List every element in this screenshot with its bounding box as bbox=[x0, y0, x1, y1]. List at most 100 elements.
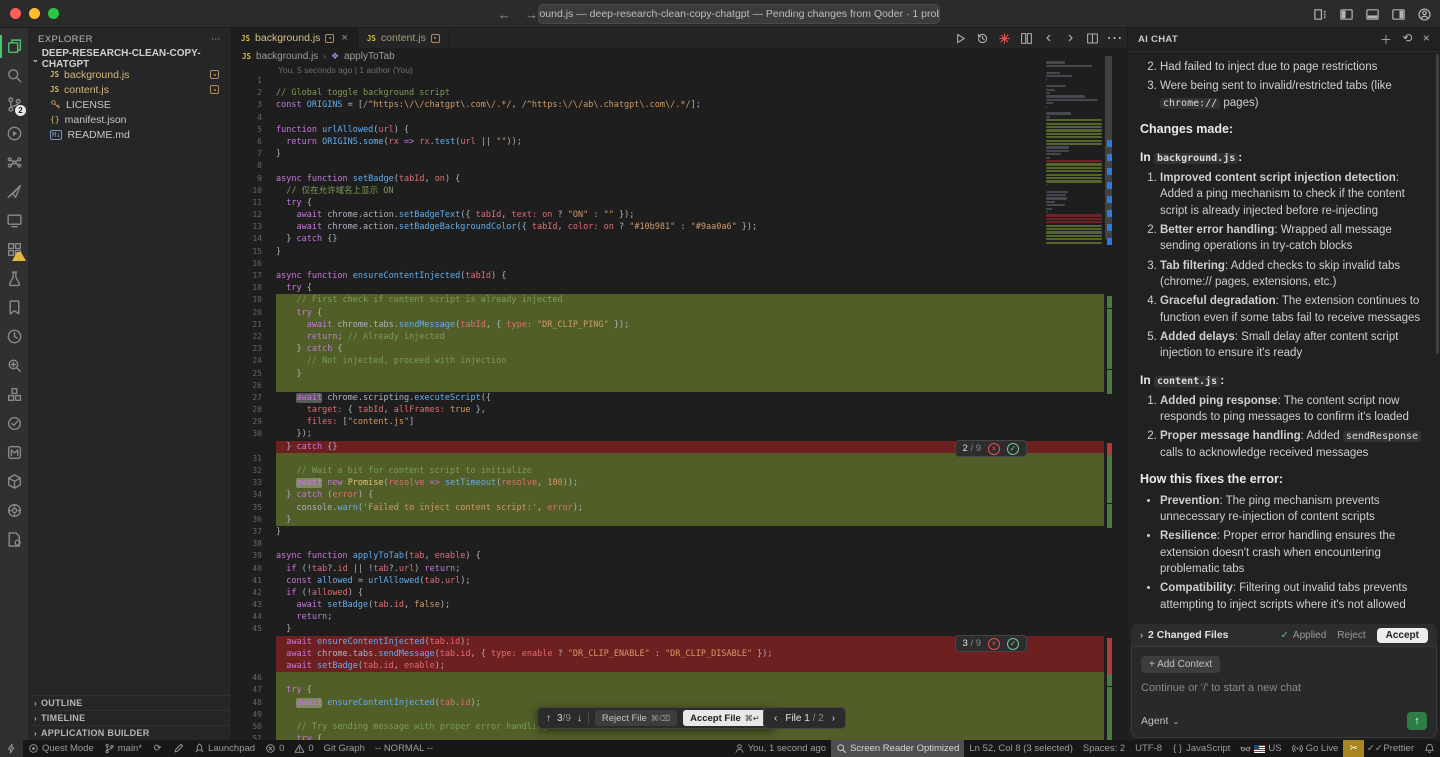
file-item-manifest.json[interactable]: {}manifest.json bbox=[28, 112, 231, 127]
line-number[interactable]: 29 bbox=[232, 416, 276, 428]
code-line[interactable]: 7} bbox=[232, 148, 1127, 160]
activity-item-search-gear[interactable] bbox=[0, 351, 28, 380]
line-number[interactable]: 41 bbox=[232, 575, 276, 587]
line-number[interactable]: 8 bbox=[232, 160, 276, 172]
nav-forward-icon[interactable]: → bbox=[525, 7, 538, 22]
next-file-icon[interactable]: › bbox=[832, 713, 835, 724]
activity-item-timeline-clock[interactable] bbox=[0, 322, 28, 351]
status-launchpad[interactable]: Launchpad bbox=[189, 740, 260, 757]
activity-item-verified[interactable] bbox=[0, 409, 28, 438]
split-editor-icon[interactable] bbox=[1086, 32, 1099, 45]
line-number[interactable]: 13 bbox=[232, 221, 276, 233]
close-window-button[interactable] bbox=[10, 8, 21, 19]
code-line[interactable]: 10 // 仅在允许域名上显示 ON bbox=[232, 185, 1127, 197]
send-button[interactable]: ↑ bbox=[1407, 712, 1427, 730]
code-line[interactable]: 17async function ensureContentInjected(t… bbox=[232, 270, 1127, 282]
code-line[interactable]: 37} bbox=[232, 526, 1127, 538]
line-number[interactable]: 42 bbox=[232, 587, 276, 599]
line-number[interactable]: 37 bbox=[232, 526, 276, 538]
accept-all-button[interactable]: Accept bbox=[1377, 628, 1428, 643]
activity-item-source-control[interactable]: 2 bbox=[0, 90, 28, 119]
code-line[interactable]: 24 // Not injected, proceed with injecti… bbox=[232, 355, 1127, 367]
code-line[interactable]: 22 return; // Already injected bbox=[232, 331, 1127, 343]
toggle-panel-icon[interactable] bbox=[1365, 7, 1380, 22]
code-line[interactable]: 18 try { bbox=[232, 282, 1127, 294]
line-number[interactable] bbox=[232, 648, 276, 660]
code-line[interactable]: 1 bbox=[232, 75, 1127, 87]
code-line[interactable]: 26 bbox=[232, 380, 1127, 392]
code-line[interactable]: 11 try { bbox=[232, 197, 1127, 209]
activity-item-extensions-warning[interactable] bbox=[0, 235, 28, 264]
code-line[interactable]: 47 try { bbox=[232, 684, 1127, 696]
code-line[interactable]: 32 // Wait a bit for content script to i… bbox=[232, 465, 1127, 477]
code-line[interactable]: 27 await chrome.scripting.executeScript(… bbox=[232, 392, 1127, 404]
line-number[interactable]: 33 bbox=[232, 477, 276, 489]
line-number[interactable]: 34 bbox=[232, 489, 276, 501]
file-item-LICENSE[interactable]: LICENSE bbox=[28, 97, 231, 112]
line-number[interactable]: 51 bbox=[232, 733, 276, 740]
code-line[interactable]: 9async function setBadge(tabId, on) { bbox=[232, 173, 1127, 185]
tab-background.js[interactable]: JSbackground.js× bbox=[232, 28, 358, 48]
file-item-README.md[interactable]: M↓README.md bbox=[28, 127, 231, 142]
activity-item-run-debug[interactable] bbox=[0, 119, 28, 148]
code-line[interactable]: 3const ORIGINS = [/^https:\/\/chatgpt\.c… bbox=[232, 99, 1127, 111]
nav-forward-icon[interactable]: › bbox=[1064, 32, 1077, 45]
activity-item-package[interactable] bbox=[0, 467, 28, 496]
line-number[interactable]: 32 bbox=[232, 465, 276, 477]
line-number[interactable]: 9 bbox=[232, 173, 276, 185]
activity-item-globe-gear[interactable] bbox=[0, 496, 28, 525]
line-number[interactable]: 24 bbox=[232, 355, 276, 367]
line-number[interactable]: 35 bbox=[232, 502, 276, 514]
code-line[interactable]: 4 bbox=[232, 112, 1127, 124]
status-warnings[interactable]: 0 bbox=[289, 740, 318, 757]
status-remote[interactable] bbox=[0, 740, 23, 757]
code-line[interactable]: 30 }); bbox=[232, 428, 1127, 440]
status-blame-status[interactable]: You, 1 second ago bbox=[729, 740, 831, 757]
line-number[interactable]: 17 bbox=[232, 270, 276, 282]
pending-change-icon[interactable] bbox=[431, 34, 440, 43]
run-file-icon[interactable] bbox=[954, 32, 967, 45]
activity-item-send-rocket[interactable] bbox=[0, 177, 28, 206]
code-line[interactable]: 45 } bbox=[232, 623, 1127, 635]
open-changes-icon[interactable] bbox=[1020, 32, 1033, 45]
file-item-background.js[interactable]: JSbackground.js bbox=[28, 67, 231, 82]
status-git-graph[interactable]: Git Graph bbox=[319, 740, 370, 757]
line-number[interactable]: 25 bbox=[232, 368, 276, 380]
prev-file-icon[interactable]: ‹ bbox=[774, 713, 777, 724]
line-number[interactable]: 1 bbox=[232, 75, 276, 87]
code-line[interactable]: 36 } bbox=[232, 514, 1127, 526]
code-line[interactable]: 41 const allowed = urlAllowed(tab.url); bbox=[232, 575, 1127, 587]
line-number[interactable] bbox=[232, 441, 276, 453]
line-number[interactable]: 7 bbox=[232, 148, 276, 160]
code-line[interactable]: 12 await chrome.action.setBadgeText({ ta… bbox=[232, 209, 1127, 221]
status-keyboard-layout[interactable]: US bbox=[1235, 740, 1286, 757]
breadcrumb[interactable]: JS background.js › ❖ applyToTab bbox=[232, 48, 1127, 64]
activity-item-file-settings[interactable] bbox=[0, 525, 28, 554]
status-errors[interactable]: 0 bbox=[260, 740, 289, 757]
code-line[interactable]: 16 bbox=[232, 258, 1127, 270]
line-number[interactable] bbox=[232, 660, 276, 672]
line-number[interactable]: 27 bbox=[232, 392, 276, 404]
minimap[interactable] bbox=[1044, 58, 1104, 740]
status-prettier[interactable]: ✓✓Prettier bbox=[1364, 740, 1419, 757]
line-number[interactable]: 16 bbox=[232, 258, 276, 270]
line-number[interactable]: 3 bbox=[232, 99, 276, 111]
status-go-live[interactable]: Go Live bbox=[1287, 740, 1344, 757]
code-line[interactable]: 8 bbox=[232, 160, 1127, 172]
activity-item-bookmarks[interactable] bbox=[0, 293, 28, 322]
extension-action-icon[interactable] bbox=[998, 32, 1011, 45]
code-line[interactable]: 33 await new Promise(resolve => setTimeo… bbox=[232, 477, 1127, 489]
line-number[interactable]: 11 bbox=[232, 197, 276, 209]
status-quest-mode[interactable]: Quest Mode bbox=[23, 740, 99, 757]
line-number[interactable]: 23 bbox=[232, 343, 276, 355]
status-git-branch[interactable]: main* bbox=[99, 740, 147, 757]
account-icon[interactable] bbox=[1417, 7, 1432, 22]
accept-change-button[interactable]: ✓ bbox=[1007, 638, 1019, 650]
code-line[interactable]: 5function urlAllowed(url) { bbox=[232, 124, 1127, 136]
activity-item-search[interactable] bbox=[0, 61, 28, 90]
reject-all-button[interactable]: Reject bbox=[1337, 630, 1365, 641]
status-encoding[interactable]: UTF-8 bbox=[1130, 740, 1167, 757]
code-line[interactable]: 28 target: { tabId, allFrames: true }, bbox=[232, 404, 1127, 416]
code-line[interactable]: 25 } bbox=[232, 368, 1127, 380]
status-vim-mode[interactable]: -- NORMAL -- bbox=[370, 740, 438, 757]
